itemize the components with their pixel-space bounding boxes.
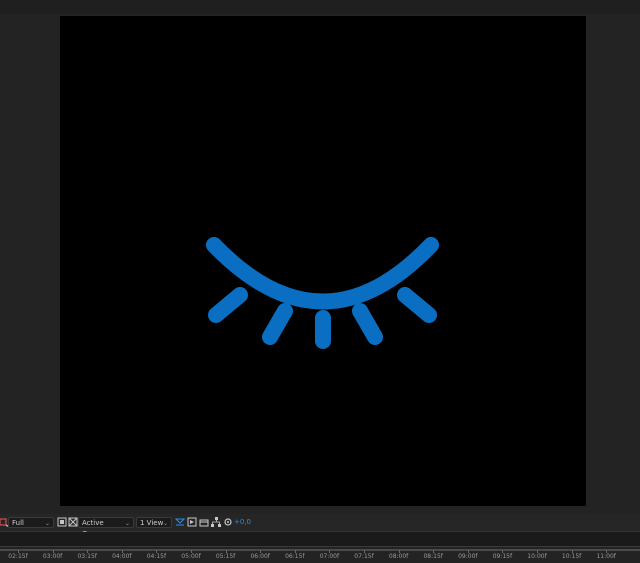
timeline-header: [0, 532, 640, 546]
exposure-value[interactable]: +0,0: [234, 517, 251, 528]
ruler-tick-label: 07:00f: [319, 553, 340, 560]
resolution-label: Full: [12, 519, 24, 527]
chevron-down-icon: ⌄: [44, 520, 50, 527]
ruler-tick-label: 02:15f: [8, 553, 28, 560]
view-layout-label: 1 View: [140, 519, 164, 527]
camera-dropdown[interactable]: Active Camera ⌄: [78, 517, 134, 538]
exposure-icon[interactable]: [223, 517, 233, 527]
resolution-dropdown[interactable]: Full ⌄: [8, 517, 54, 528]
ruler-tick-label: 06:15f: [285, 553, 305, 560]
fast-previews-icon[interactable]: [187, 517, 197, 527]
ruler-tick-label: 04:15f: [146, 553, 167, 560]
ruler-tick-label: 11:00f: [596, 553, 616, 560]
ruler-tick-label: 09:15f: [492, 553, 513, 560]
ruler-tick-label: 10:15f: [561, 553, 582, 560]
composition-viewer[interactable]: [0, 0, 640, 514]
view-layout-dropdown[interactable]: 1 View ⌄: [136, 517, 172, 528]
ruler-tick-label: 10:00f: [527, 553, 547, 560]
ruler-tick-label: 07:15f: [354, 553, 374, 560]
flowchart-icon[interactable]: [211, 517, 221, 527]
region-of-interest-icon[interactable]: [57, 517, 67, 527]
ruler-tick-label: 03:00f: [42, 553, 63, 560]
ruler-tick-label: 06:00f: [250, 553, 270, 560]
ruler-tick-label: 03:15f: [77, 553, 97, 560]
timeline-icon[interactable]: [199, 517, 209, 527]
ruler-tick-label: 05:15f: [215, 553, 236, 560]
ruler-tick-label: 08:15f: [423, 553, 443, 560]
viewer-toolbar: Full ⌄ Active Camera ⌄ 1 View ⌄ +0,0: [0, 514, 640, 538]
closed-eye-icon: [206, 237, 439, 349]
ruler-tick-label: 08:00f: [388, 553, 409, 560]
chevron-down-icon: ⌄: [124, 520, 130, 527]
ruler-tick-label: 09:00f: [458, 553, 478, 560]
composition-canvas[interactable]: [60, 16, 586, 506]
transparency-grid-icon[interactable]: [68, 517, 78, 527]
chevron-down-icon: ⌄: [162, 520, 168, 527]
ruler-tick-label: 04:00f: [112, 553, 132, 560]
viewer-top-strip: [0, 0, 640, 14]
toggle-pixel-aspect-icon[interactable]: [175, 517, 185, 527]
work-area-bar[interactable]: [0, 549, 640, 551]
ruler-tick-label: 05:00f: [181, 553, 201, 560]
time-ruler[interactable]: 02:15f 03:00f 03:15f 04:00f 04:15f 05:00f 05:1…: [0, 546, 640, 563]
